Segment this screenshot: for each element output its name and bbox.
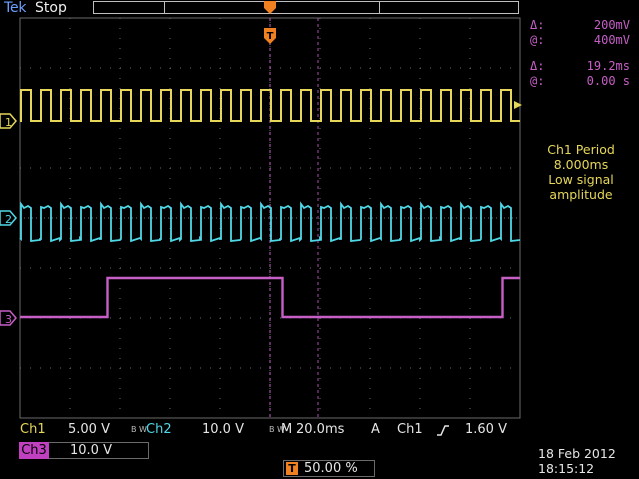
date-readout: 18 Feb 2012: [538, 446, 616, 461]
ch2-ground-marker-label: 2: [5, 213, 12, 226]
ch3-ground-marker-label: 3: [5, 313, 12, 326]
delta-icon: Δ:: [530, 18, 545, 32]
measurement-line-1: Ch1 Period: [547, 142, 615, 157]
ch1-waveform: [20, 89, 520, 122]
ch1-label[interactable]: Ch1: [20, 422, 46, 437]
trigger-level[interactable]: 1.60 V: [465, 422, 507, 437]
channel-status-bar: Ch1 5.00 V B W Ch2 10.0 V B W M 20.0ms A…: [19, 422, 522, 439]
trigger-source[interactable]: Ch1: [397, 422, 423, 437]
graticule-grid: [19, 17, 521, 419]
oscilloscope-screen: Tek Stop T123 Δ: 200mV @: 400mV Δ: 19.2m…: [0, 0, 639, 479]
at-icon: @:: [530, 33, 545, 47]
cursor-at-time-value: 0.00 s: [586, 74, 630, 88]
measurement-line-2: 8.000ms: [553, 157, 609, 172]
ch3-scale[interactable]: 10.0 V: [70, 442, 112, 459]
timebase-label: M: [281, 422, 293, 437]
measurement-line-3: Low signal: [548, 172, 614, 187]
rising-edge-icon: [437, 425, 449, 436]
cursor-delta-time-value: 19.2ms: [586, 59, 630, 73]
cursor-delta-voltage-value: 200mV: [593, 18, 630, 32]
measurement-readout: Ch1 Period 8.000ms Low signal amplitude: [526, 142, 636, 202]
timebase-value[interactable]: 20.0ms: [296, 422, 344, 437]
time-readout: 18:15:12: [538, 461, 595, 476]
trigger-point-letter: T: [267, 31, 274, 42]
acquisition-mode: A: [371, 422, 380, 437]
ch1-scale[interactable]: 5.00 V: [68, 422, 110, 437]
trigger-position-marker: [264, 1, 276, 14]
ch3-label[interactable]: Ch3: [19, 442, 49, 459]
ch2-label[interactable]: Ch2: [146, 422, 172, 437]
trigger-position-value[interactable]: 50.00 %: [304, 460, 358, 477]
bandwidth-limit-icon: B W: [131, 425, 147, 434]
delta-icon: Δ:: [530, 59, 545, 73]
trigger-position-icon: T: [286, 462, 298, 475]
ch2-scale[interactable]: 10.0 V: [202, 422, 244, 437]
measurement-line-4: amplitude: [549, 187, 613, 202]
at-icon: @:: [530, 74, 545, 88]
ch1-ground-marker-label: 1: [5, 116, 12, 129]
trigger-level-marker: [514, 101, 522, 109]
cursor-at-voltage-value: 400mV: [593, 33, 630, 47]
